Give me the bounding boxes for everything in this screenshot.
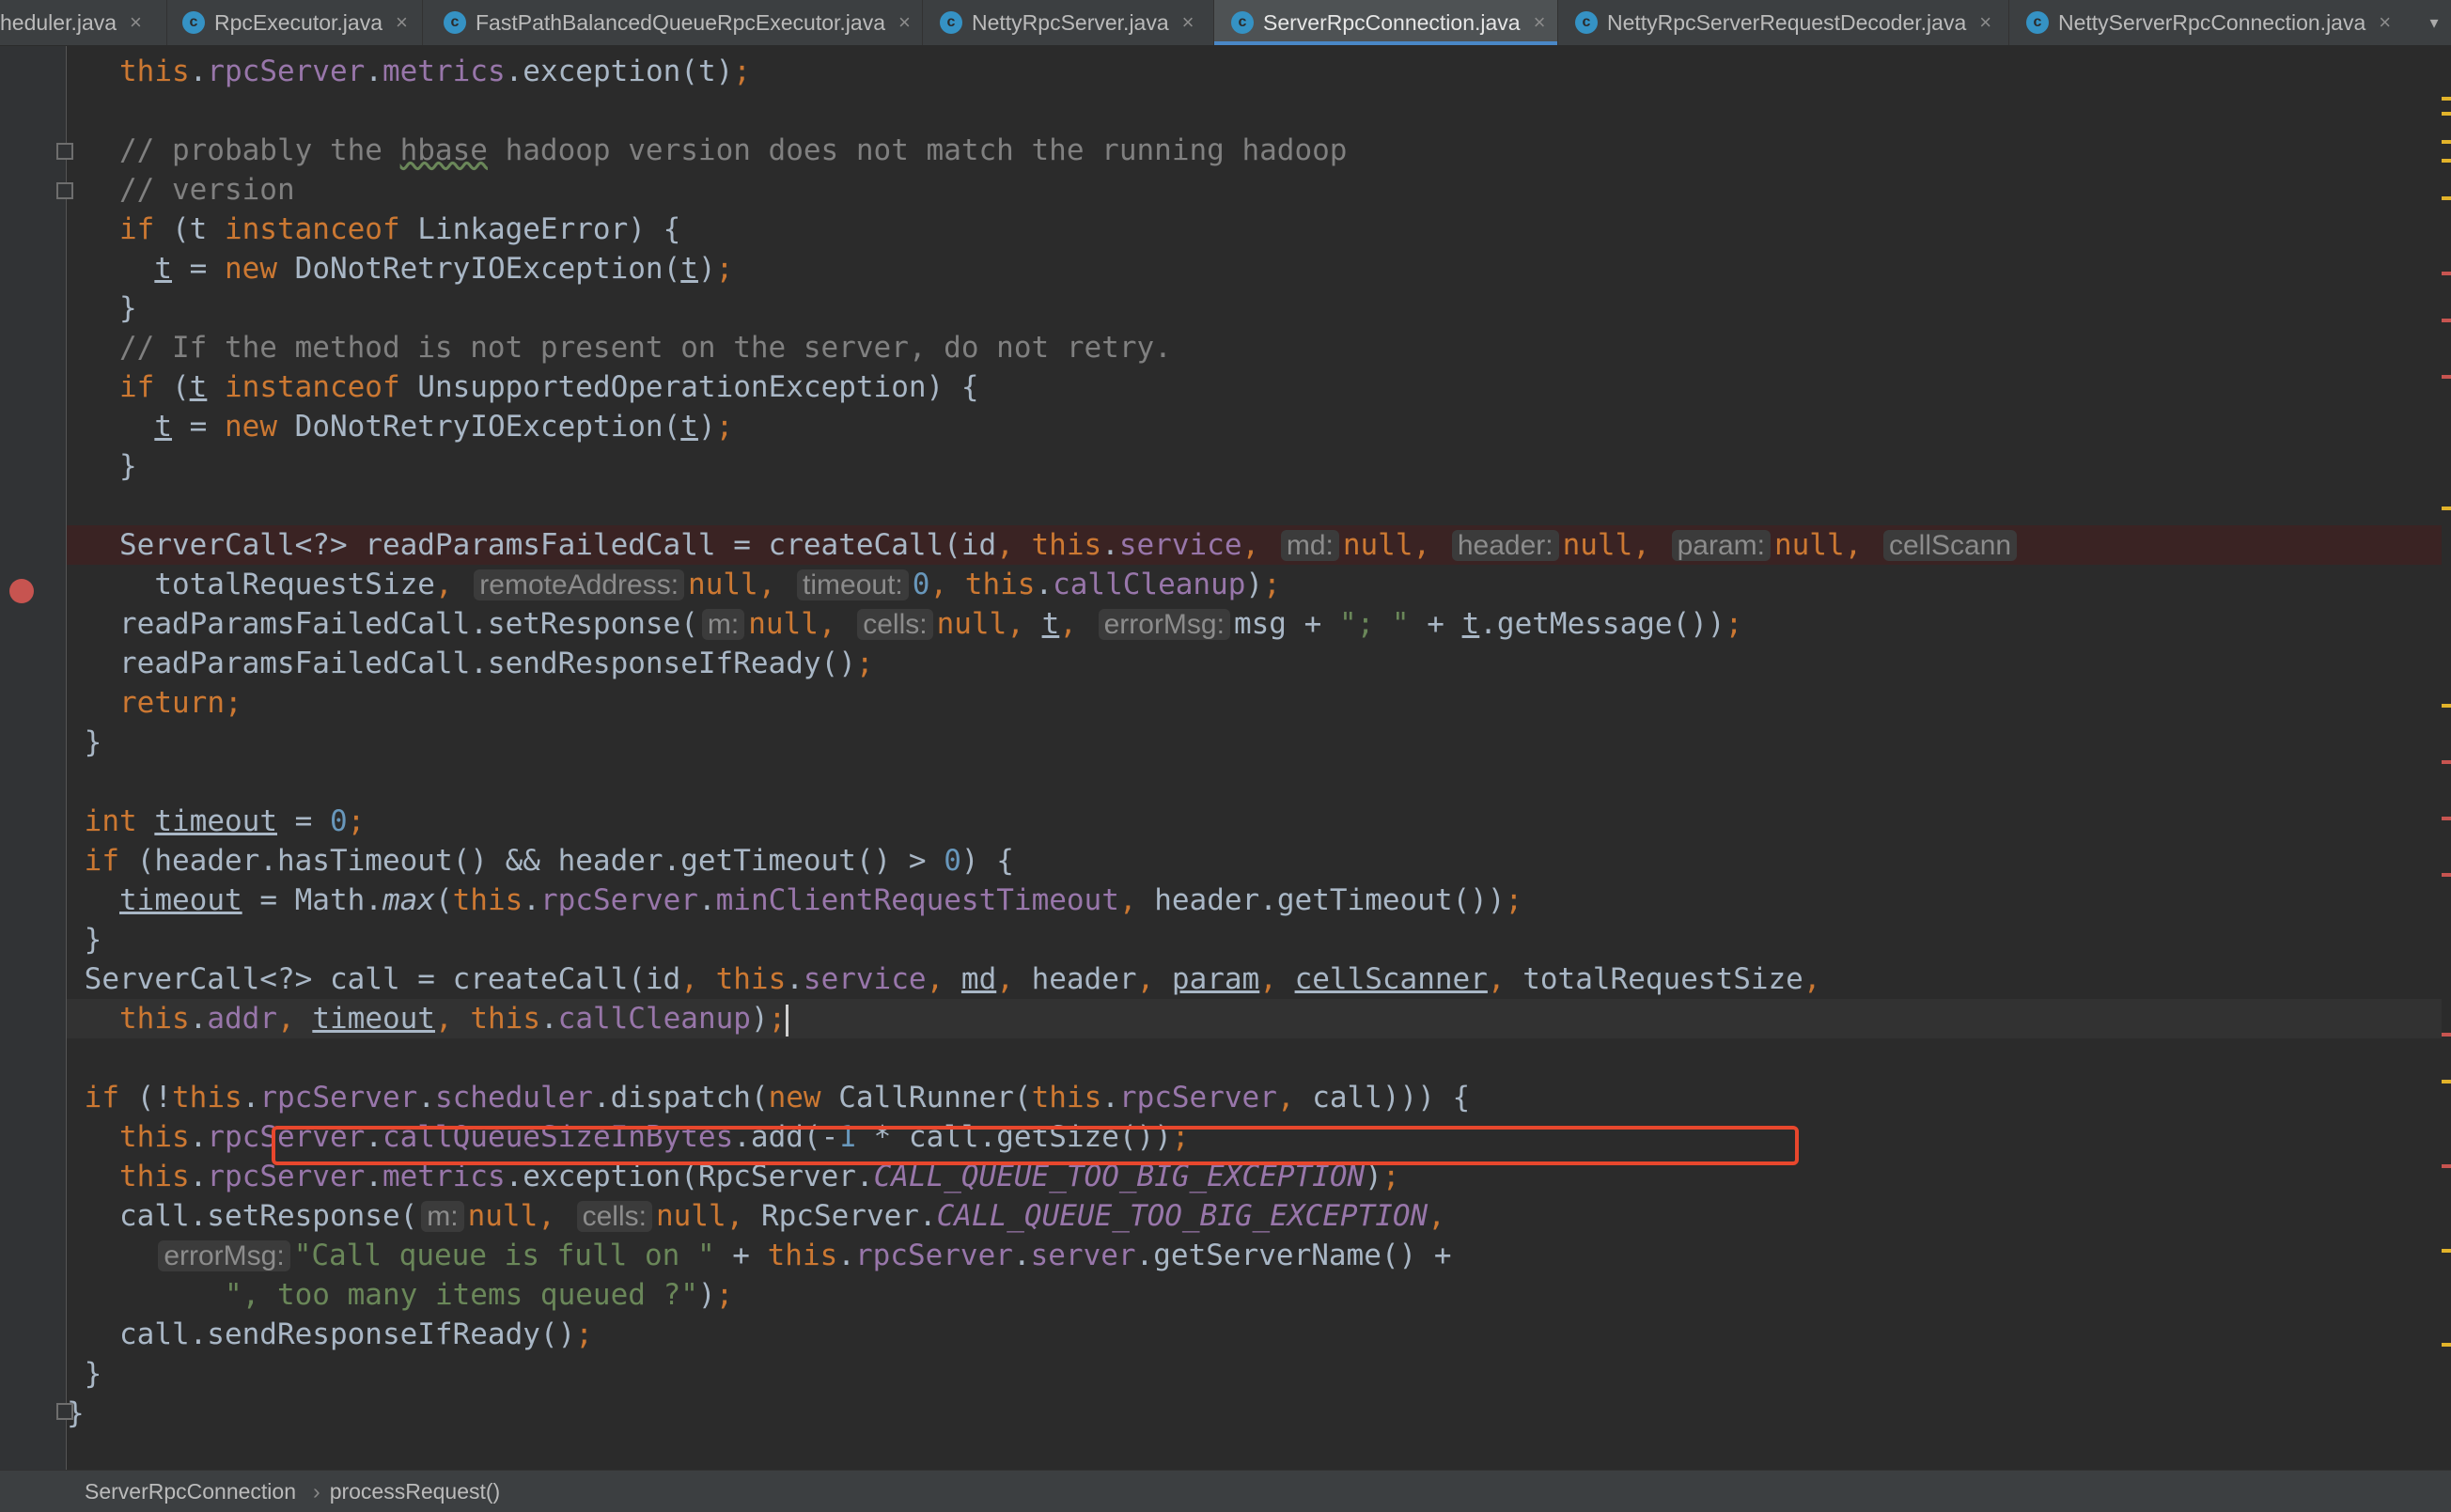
text-caret (786, 1004, 789, 1037)
code-line: ", too many items queued ?"); (224, 1278, 734, 1312)
tab-label: NettyServerRpcConnection.java (2058, 9, 2366, 35)
code-line: } (67, 1357, 102, 1391)
code-line: readParamsFailedCall.sendResponseIfReady… (67, 647, 874, 680)
code-line: return; (119, 686, 242, 720)
tab-list-menu-icon[interactable]: ▾ (2417, 0, 2451, 45)
warning-mark[interactable] (2442, 112, 2451, 116)
error-mark[interactable] (2442, 760, 2451, 764)
param-hint: errorMsg: (158, 1240, 290, 1271)
highlight-box (272, 1126, 1799, 1165)
warning-mark[interactable] (2442, 507, 2451, 510)
param-hint: m: (421, 1201, 464, 1232)
close-icon[interactable]: × (1534, 10, 1546, 35)
code-line-breakpoint: ServerCall<?> readParamsFailedCall = cre… (67, 525, 2442, 565)
class-icon: c (182, 11, 205, 34)
class-icon: c (444, 11, 466, 34)
code-line: if (t instanceof UnsupportedOperationExc… (119, 370, 979, 404)
error-mark[interactable] (2442, 1033, 2451, 1037)
error-mark[interactable] (2442, 817, 2451, 820)
close-icon[interactable]: × (130, 10, 142, 35)
code-line: timeout = Math.max(this.rpcServer.minCli… (119, 883, 1523, 917)
param-hint: cellScann (1882, 530, 2018, 561)
param-hint: header: (1451, 530, 1559, 561)
close-icon[interactable]: × (898, 10, 911, 35)
param-hint: cells: (857, 609, 933, 640)
code-line: } (67, 725, 102, 759)
tab-label: FastPathBalancedQueueRpcExecutor.java (476, 9, 885, 35)
error-stripe[interactable] (2442, 46, 2451, 1470)
class-icon: c (1231, 11, 1254, 34)
code-line: int timeout = 0; (84, 804, 366, 838)
param-hint: md: (1280, 530, 1339, 561)
close-icon[interactable]: × (2379, 10, 2391, 35)
warning-mark[interactable] (2442, 97, 2451, 101)
warning-mark[interactable] (2442, 1343, 2451, 1347)
warning-mark[interactable] (2442, 1249, 2451, 1253)
code-line: } (67, 449, 137, 483)
warning-mark[interactable] (2442, 196, 2451, 200)
code-line: ServerCall<?> call = createCall(id, this… (67, 962, 1821, 996)
code-line: } (67, 1396, 85, 1430)
code-line: t = new DoNotRetryIOException(t); (154, 252, 734, 286)
code-line: call.sendResponseIfReady(); (67, 1317, 593, 1351)
code-line: call.setResponse(m: null, cells: null, Rpc… (67, 1199, 1445, 1233)
breadcrumb: ServerRpcConnection › processRequest() (0, 1470, 2451, 1512)
tab-label: NettyRpcServer.java (972, 9, 1169, 35)
breakpoint-icon[interactable] (9, 579, 34, 603)
breadcrumb-separator: › (313, 1478, 320, 1504)
warning-mark[interactable] (2442, 1080, 2451, 1083)
tab-scheduler[interactable]: heduler.java × (0, 0, 167, 45)
class-icon: c (940, 11, 962, 34)
param-hint: param: (1671, 530, 1771, 561)
tab-label: RpcExecutor.java (214, 9, 382, 35)
code-line: } (67, 923, 102, 957)
code-line: if (t instanceof LinkageError) { (119, 212, 681, 246)
code-line: if (!this.rpcServer.scheduler.dispatch(n… (84, 1081, 1471, 1115)
tab-nettyserverrpcconnection[interactable]: c NettyServerRpcConnection.java × (2009, 0, 2423, 45)
warning-mark[interactable] (2442, 159, 2451, 163)
code-line: // probably the hbase hadoop version doe… (67, 133, 1348, 167)
tab-label: heduler.java (0, 9, 117, 35)
close-icon[interactable]: × (1979, 10, 1991, 35)
tab-label: ServerRpcConnection.java (1263, 9, 1521, 35)
error-mark[interactable] (2442, 272, 2451, 275)
param-hint: errorMsg: (1098, 609, 1230, 640)
code-line: readParamsFailedCall.setResponse(m: null,… (67, 607, 1743, 641)
tab-label: NettyRpcServerRequestDecoder.java (1607, 9, 1967, 35)
editor-tab-bar: heduler.java × c RpcExecutor.java × c Fa… (0, 0, 2451, 46)
error-mark[interactable] (2442, 375, 2451, 379)
code-line: // If the method is not present on the s… (67, 331, 1172, 365)
close-icon[interactable]: × (396, 10, 408, 35)
code-editor[interactable]: this.rpcServer.metrics.exception(t); // … (67, 46, 2442, 1470)
error-mark[interactable] (2442, 873, 2451, 877)
close-icon[interactable]: × (1182, 10, 1194, 35)
param-hint: remoteAddress: (474, 569, 685, 600)
code-line: t = new DoNotRetryIOException(t); (154, 410, 734, 444)
code-line: totalRequestSize, remoteAddress: null, ti… (67, 568, 1281, 601)
code-line: errorMsg: "Call queue is full on " + this… (67, 1236, 2442, 1275)
tab-fastpath[interactable]: c FastPathBalancedQueueRpcExecutor.java … (423, 0, 923, 45)
code-line: if (header.hasTimeout() && header.getTim… (84, 844, 1014, 878)
param-hint: cells: (576, 1201, 652, 1232)
tab-serverrpcconnection[interactable]: c ServerRpcConnection.java × (1214, 0, 1558, 45)
code-line: this.rpcServer.metrics.exception(t); (119, 55, 751, 88)
tab-nettyrpcserverrequestdecoder[interactable]: c NettyRpcServerRequestDecoder.java × (1558, 0, 2009, 45)
warning-mark[interactable] (2442, 140, 2451, 144)
param-hint: m: (701, 609, 745, 640)
class-icon: c (1575, 11, 1598, 34)
warning-mark[interactable] (2442, 704, 2451, 708)
editor-gutter[interactable] (0, 46, 73, 1470)
breadcrumb-method[interactable]: processRequest() (330, 1479, 501, 1504)
tab-rpcexecutor[interactable]: c RpcExecutor.java × (167, 0, 423, 45)
error-mark[interactable] (2442, 319, 2451, 322)
breadcrumb-class[interactable]: ServerRpcConnection (85, 1479, 296, 1504)
code-line: // version (67, 173, 295, 207)
code-line: } (67, 291, 137, 325)
class-icon: c (2026, 11, 2049, 34)
error-mark[interactable] (2442, 1164, 2451, 1168)
tab-nettyrpcserver[interactable]: c NettyRpcServer.java × (923, 0, 1214, 45)
code-line-current: this.addr, timeout, this.callCleanup); (67, 999, 2442, 1038)
param-hint: timeout: (797, 569, 909, 600)
